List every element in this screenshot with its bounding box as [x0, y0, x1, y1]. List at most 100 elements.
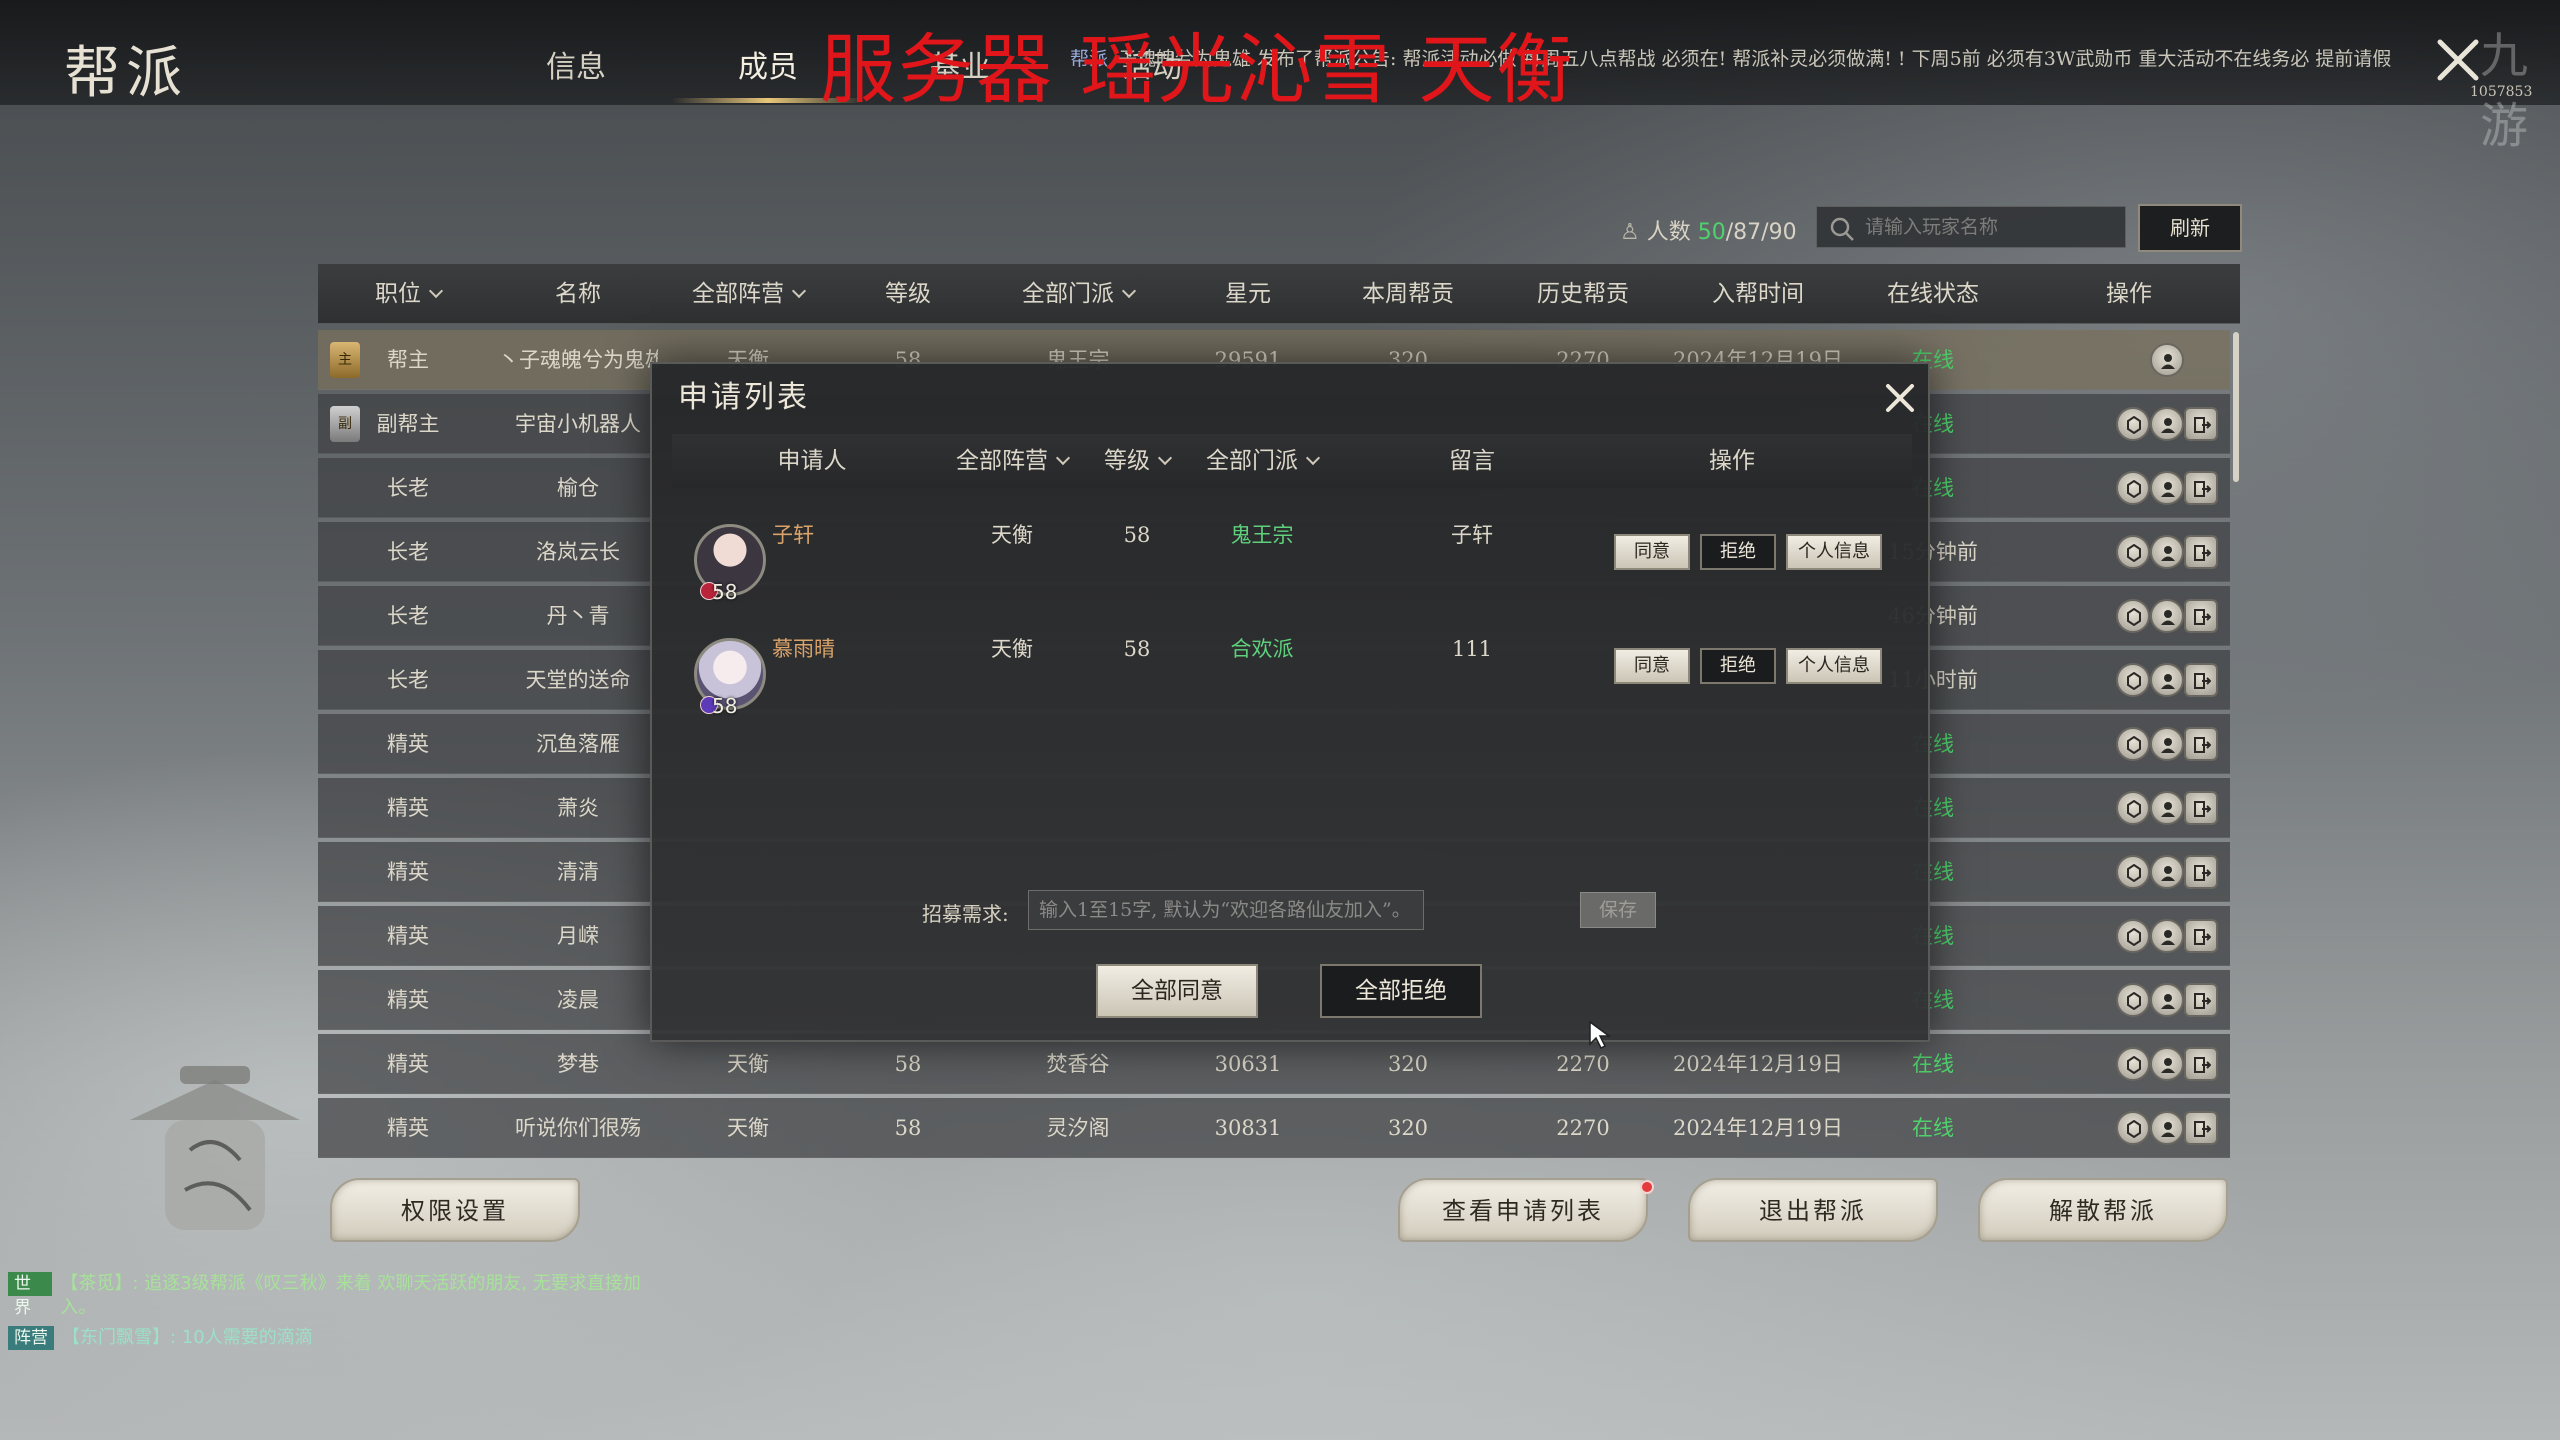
col-camp-filter[interactable]: 全部阵营	[658, 264, 838, 324]
applicant-message: 111	[1451, 637, 1493, 661]
accept-button[interactable]: 同意	[1614, 648, 1690, 684]
kick-member-icon[interactable]	[2184, 599, 2218, 633]
applicant-camp: 天衡	[991, 523, 1033, 547]
kick-member-icon[interactable]	[2184, 919, 2218, 953]
promote-icon[interactable]	[2150, 471, 2184, 505]
col-sect-filter[interactable]: 全部门派	[978, 264, 1178, 324]
member-rank: 长老	[387, 668, 429, 692]
member-name: 榆仓	[557, 476, 599, 500]
kick-member-icon[interactable]	[2184, 407, 2218, 441]
appoint-icon[interactable]	[2116, 1111, 2150, 1145]
disband-guild-button[interactable]: 解散帮派	[1978, 1178, 2228, 1242]
save-button[interactable]: 保存	[1580, 892, 1656, 928]
member-row[interactable]: 精英 梦巷 天衡 58 焚香谷 30631 320 2270 2024年12月19日 在线	[318, 1034, 2230, 1094]
chat-panel[interactable]: 世界 【茶觅】: 追逐3级帮派《叹三秋》来着 欢聊天活跃的朋友, 无要求直接加入…	[8, 1272, 648, 1356]
kick-member-icon[interactable]	[2184, 855, 2218, 889]
member-online-status: 在线	[1912, 1052, 1954, 1076]
recruit-label: 招募需求:	[922, 902, 1009, 926]
kick-member-icon[interactable]	[2184, 663, 2218, 697]
appoint-icon[interactable]	[2116, 983, 2150, 1017]
dialog-close-icon[interactable]	[1880, 378, 1920, 418]
profile-button[interactable]: 个人信息	[1786, 648, 1882, 684]
chat-line: 阵营 【东门飘雪】: 10人需要的滴滴	[8, 1326, 648, 1350]
accept-all-button[interactable]: 全部同意	[1096, 964, 1258, 1018]
col-join-time: 入帮时间	[1712, 281, 1804, 307]
kick-member-icon[interactable]	[2184, 791, 2218, 825]
promote-icon[interactable]	[2150, 407, 2184, 441]
tab-members[interactable]: 成员	[738, 42, 798, 86]
view-applications-button[interactable]: 查看申请列表	[1398, 1178, 1648, 1242]
dialog-title: 申请列表	[678, 380, 810, 415]
member-name: 凌晨	[557, 988, 599, 1012]
appoint-icon[interactable]	[2116, 599, 2150, 633]
promote-icon[interactable]	[2150, 1047, 2184, 1081]
promote-icon[interactable]	[2150, 343, 2184, 377]
appoint-icon[interactable]	[2116, 727, 2150, 761]
appoint-icon[interactable]	[2116, 471, 2150, 505]
appoint-icon[interactable]	[2116, 791, 2150, 825]
chat-line: 世界 【茶觅】: 追逐3级帮派《叹三秋》来着 欢聊天活跃的朋友, 无要求直接加入…	[8, 1272, 648, 1320]
applicant-level: 58	[1123, 637, 1151, 661]
reject-button[interactable]: 拒绝	[1700, 648, 1776, 684]
permission-settings-button[interactable]: 权限设置	[330, 1178, 580, 1242]
search-icon	[1830, 217, 1854, 241]
promote-icon[interactable]	[2150, 983, 2184, 1017]
notification-dot	[1640, 1180, 1654, 1194]
appoint-icon[interactable]	[2116, 535, 2150, 569]
member-rank: 副帮主	[376, 412, 440, 436]
chat-message: 【茶觅】: 追逐3级帮派《叹三秋》来着 欢聊天活跃的朋友, 无要求直接加入。	[60, 1273, 641, 1318]
member-name: 丶子魂魄兮为鬼雄	[498, 348, 658, 372]
refresh-button[interactable]: 刷新	[2138, 204, 2242, 252]
member-rank: 精英	[387, 1116, 429, 1140]
member-history-contribution: 2270	[1556, 1052, 1610, 1076]
accept-button[interactable]: 同意	[1614, 534, 1690, 570]
appoint-icon[interactable]	[2116, 919, 2150, 953]
search-input[interactable]	[1865, 207, 2115, 247]
member-name: 沉鱼落雁	[536, 732, 620, 756]
promote-icon[interactable]	[2150, 791, 2184, 825]
kick-member-icon[interactable]	[2184, 983, 2218, 1017]
promote-icon[interactable]	[2150, 727, 2184, 761]
recruit-input[interactable]	[1028, 890, 1424, 930]
chevron-down-icon	[1121, 283, 1137, 299]
kick-member-icon[interactable]	[2184, 535, 2218, 569]
promote-icon[interactable]	[2150, 855, 2184, 889]
kick-member-icon[interactable]	[2184, 471, 2218, 505]
member-star: 30631	[1214, 1052, 1282, 1076]
col-rank-filter[interactable]: 职位	[318, 264, 498, 324]
promote-icon[interactable]	[2150, 535, 2184, 569]
member-rank: 长老	[387, 604, 429, 628]
promote-icon[interactable]	[2150, 919, 2184, 953]
member-row[interactable]: 精英 听说你们很殇 天衡 58 灵汐阁 30831 320 2270 2024年12月19日 在线	[318, 1098, 2230, 1158]
stone-lantern-decoration	[130, 1066, 300, 1230]
promote-icon[interactable]	[2150, 1111, 2184, 1145]
kick-member-icon[interactable]	[2184, 1047, 2218, 1081]
member-level: 58	[894, 1052, 922, 1076]
member-rank: 精英	[387, 1052, 429, 1076]
avatar-level: 58	[712, 694, 738, 718]
appoint-icon[interactable]	[2116, 663, 2150, 697]
tab-info[interactable]: 信息	[546, 42, 606, 86]
member-camp: 天衡	[727, 1116, 769, 1140]
promote-icon[interactable]	[2150, 599, 2184, 633]
appoint-icon[interactable]	[2116, 1047, 2150, 1081]
member-rank: 精英	[387, 732, 429, 756]
chat-message: 【东门飘雪】: 10人需要的滴滴	[62, 1327, 313, 1348]
leave-guild-button[interactable]: 退出帮派	[1688, 1178, 1938, 1242]
mouse-cursor-icon	[1589, 1020, 1612, 1050]
kick-member-icon[interactable]	[2184, 727, 2218, 761]
reject-button[interactable]: 拒绝	[1700, 534, 1776, 570]
appoint-icon[interactable]	[2116, 407, 2150, 441]
reject-all-button[interactable]: 全部拒绝	[1320, 964, 1482, 1018]
appoint-icon[interactable]	[2116, 855, 2150, 889]
member-count-online: 50	[1697, 220, 1726, 245]
col-dialog-actions: 操作	[1709, 448, 1755, 474]
profile-button[interactable]: 个人信息	[1786, 534, 1882, 570]
member-name: 清清	[557, 860, 599, 884]
member-name: 月嵘	[557, 924, 599, 948]
kick-member-icon[interactable]	[2184, 1111, 2218, 1145]
member-table-header: 职位 名称 全部阵营 等级 全部门派 星元 本周帮贡 历史帮贡 入帮时间 在线状…	[318, 264, 2240, 324]
close-icon[interactable]	[2428, 30, 2488, 90]
scrollbar[interactable]	[2233, 332, 2239, 482]
promote-icon[interactable]	[2150, 663, 2184, 697]
